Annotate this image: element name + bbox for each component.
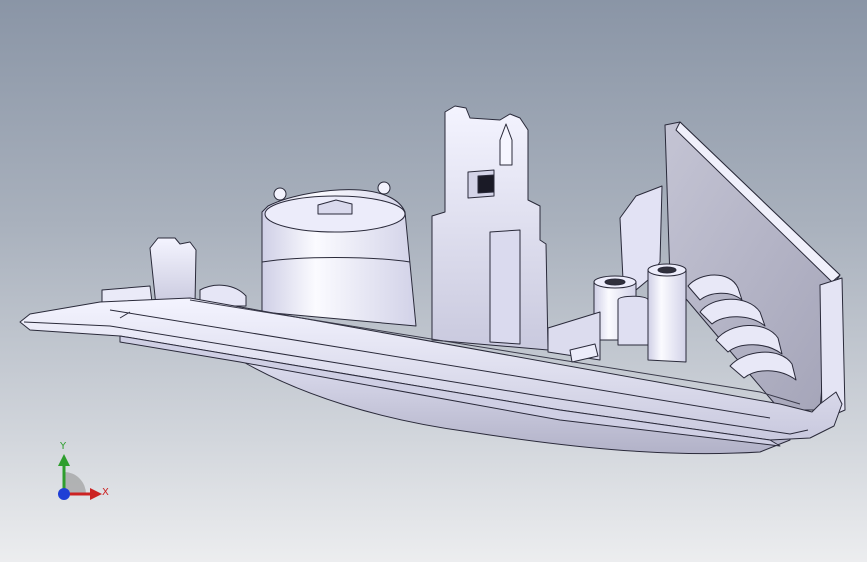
left-post: [149, 237, 197, 307]
view-orientation-triad[interactable]: Y X: [48, 436, 128, 516]
part-model[interactable]: [0, 0, 867, 562]
y-axis-label: Y: [60, 441, 67, 452]
x-axis-label: X: [102, 487, 109, 498]
z-axis-icon: [58, 488, 70, 500]
boss-tall: [647, 265, 687, 363]
cad-viewport[interactable]: Y X: [0, 0, 867, 562]
